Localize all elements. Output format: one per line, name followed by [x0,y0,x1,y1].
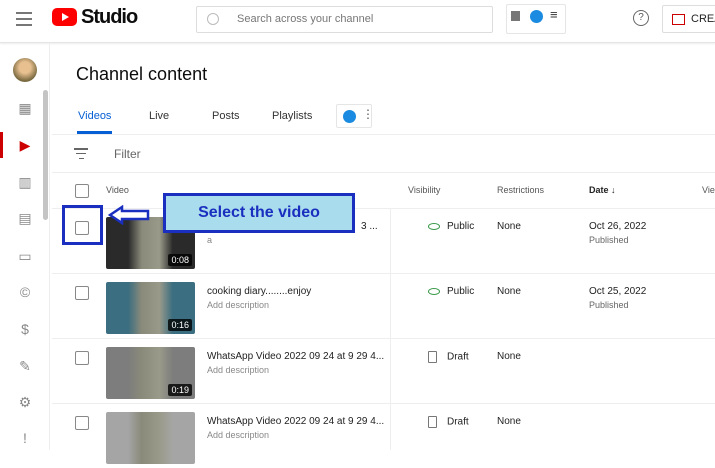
avatar[interactable] [13,58,37,82]
visibility-label: Public [447,286,475,297]
extension-tab-button[interactable]: ⋮ [336,104,374,128]
earn-icon[interactable]: $ [17,321,33,337]
column-header-video: Video [106,185,129,195]
visibility-label: Draft [447,416,469,428]
create-video-icon [672,14,685,25]
annotation-callout: Select the video [163,193,355,233]
video-title[interactable]: cooking diary........enjoy [207,286,311,297]
date-cell: Oct 25, 2022 [589,286,647,297]
search-input[interactable]: Search across your channel [196,6,493,33]
draft-icon [428,416,437,428]
select-all-checkbox[interactable] [75,184,89,198]
duration-badge: 0:08 [168,254,192,266]
arrow-left-icon [108,205,150,225]
divider [52,134,715,135]
customization-icon[interactable]: ✎ [17,358,33,374]
page-title: Channel content [76,64,208,84]
table-row[interactable]: 0:19 WhatsApp Video 2022 09 24 at 9 29 4… [52,338,715,403]
search-placeholder: Search across your channel [237,13,374,25]
row-checkbox[interactable] [75,286,89,300]
table-row[interactable]: WhatsApp Video 2022 09 24 at 9 29 4... A… [52,403,715,468]
top-bar: Studio Search across your channel ≡ ? CR… [0,0,715,43]
date-cell: Oct 26, 2022 [589,221,647,232]
video-title[interactable]: WhatsApp Video 2022 09 24 at 9 29 4... [207,351,384,362]
publish-status: Published [589,235,629,245]
checkbox-highlight-box [62,205,103,245]
video-thumbnail[interactable]: 0:19 [106,347,195,399]
duration-badge: 0:19 [168,384,192,396]
tab-videos[interactable]: Videos [78,110,111,122]
content-active-indicator [0,132,3,158]
video-thumbnail[interactable] [106,412,195,464]
analytics-icon[interactable] [511,11,520,21]
dashboard-icon[interactable]: ▦ [17,100,33,116]
column-header-restrictions[interactable]: Restrictions [497,185,544,195]
studio-logo-text[interactable]: Studio [81,6,138,29]
filter-icon[interactable] [74,148,88,159]
eye-icon [428,287,440,295]
column-header-visibility[interactable]: Visibility [408,185,440,195]
extension-play-icon[interactable] [530,10,543,23]
create-label: CREA [691,13,715,25]
video-description: a [207,235,213,245]
visibility-cell[interactable]: Public [428,221,474,232]
draft-icon [428,351,437,363]
extension-toolbar[interactable]: ≡ [506,4,566,34]
tab-playlists[interactable]: Playlists [272,110,312,122]
filter-input[interactable]: Filter [114,147,141,161]
help-icon[interactable]: ? [633,10,649,26]
feedback-icon[interactable]: ! [17,430,33,446]
tab-posts[interactable]: Posts [212,110,240,122]
sidebar-scrollbar[interactable] [43,90,48,220]
video-description: Add description [207,365,270,375]
restrictions-cell: None [497,351,521,362]
restrictions-cell: None [497,416,521,427]
visibility-label: Draft [447,351,469,363]
duration-badge: 0:16 [168,319,192,331]
extension-play-icon [343,110,356,123]
table-row[interactable]: 0:16 cooking diary........enjoy Add desc… [52,273,715,338]
visibility-cell[interactable]: Draft [428,351,469,363]
menu-icon[interactable] [16,12,32,26]
settings-icon[interactable]: ⚙ [17,394,33,410]
restrictions-cell: None [497,221,521,232]
eye-icon [428,222,440,230]
column-header-views[interactable]: Vie [702,185,715,195]
create-button[interactable]: CREA [662,5,715,33]
video-title[interactable]: WhatsApp Video 2022 09 24 at 9 29 4... [207,416,384,427]
column-header-date[interactable]: Date ↓ [589,185,616,195]
visibility-label: Public [447,221,475,232]
more-vert-icon: ⋮ [362,107,374,121]
row-checkbox[interactable] [75,416,89,430]
video-title[interactable]: 3 ... [361,221,378,232]
row-checkbox[interactable] [75,351,89,365]
youtube-logo-icon[interactable] [52,8,77,26]
subtitles-icon[interactable]: ▭ [17,248,33,264]
analytics-icon[interactable]: ▥ [17,174,33,190]
tab-live[interactable]: Live [149,110,169,122]
visibility-cell[interactable]: Public [428,286,474,297]
menu-lines-icon[interactable]: ≡ [550,7,558,22]
video-thumbnail[interactable]: 0:16 [106,282,195,334]
video-description: Add description [207,430,270,440]
restrictions-cell: None [497,286,521,297]
comments-icon[interactable]: ▤ [17,210,33,226]
copyright-icon[interactable]: © [17,284,33,300]
content-icon[interactable]: ▶ [17,137,33,153]
search-icon [207,13,219,25]
publish-status: Published [589,300,629,310]
column-divider [390,208,391,450]
video-description: Add description [207,300,270,310]
visibility-cell[interactable]: Draft [428,416,469,428]
divider [52,172,715,173]
